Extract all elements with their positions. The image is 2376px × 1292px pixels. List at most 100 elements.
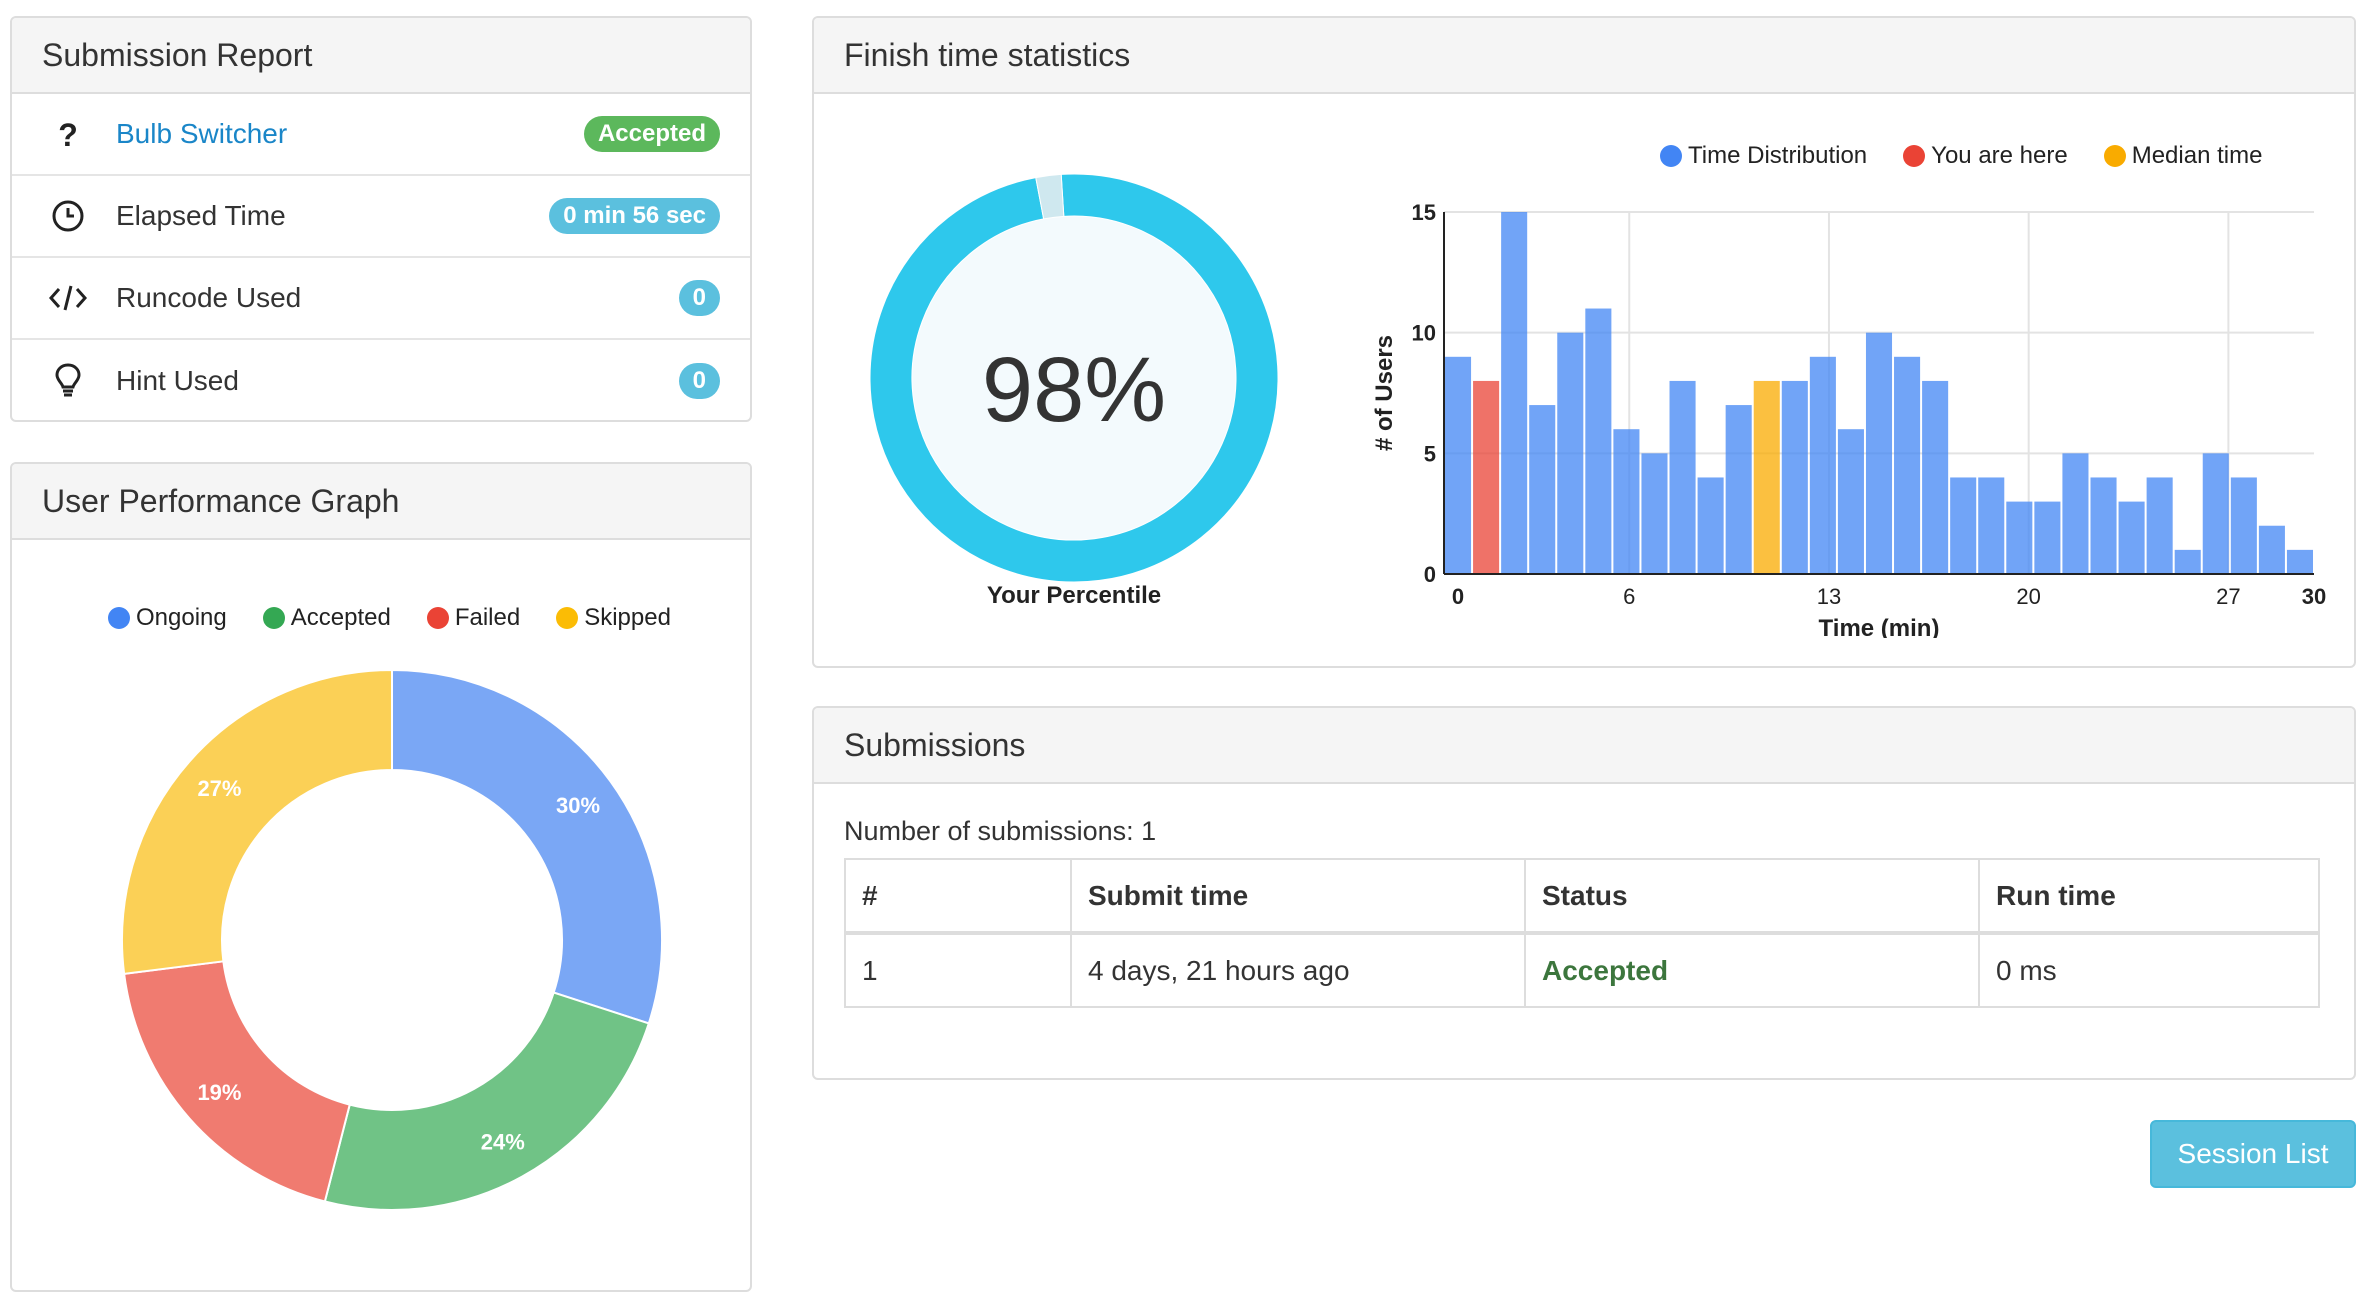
histogram-bar[interactable] [2090,477,2117,574]
histogram-bar[interactable] [2118,501,2145,574]
finish-time-histogram: 0 5 10 15 0 6 13 20 27 30 Time (min) # of Users [1371,200,2326,638]
histogram-bar[interactable] [1445,356,1472,574]
legend-item-you-are-here[interactable]: You are here [1903,142,2068,170]
histogram-bar[interactable] [1809,356,1836,574]
table-row[interactable]: 1 4 days, 21 hours ago Accepted 0 ms [844,932,2320,1008]
histogram-bar[interactable] [1585,308,1612,574]
histogram-bar[interactable] [1501,212,1528,574]
panel-title: Finish time statistics [814,18,2354,94]
runcode-badge: 0 [678,280,720,316]
legend-label: Ongoing [136,604,227,631]
user-performance-panel: User Performance Graph Ongoing Accepted … [10,462,752,1292]
report-row-problem: ? Bulb Switcher Accepted [12,94,750,176]
legend-item-failed[interactable]: Failed [426,604,521,632]
cell-status[interactable]: Accepted [1524,932,1980,1008]
slice-data-label: 19% [197,1080,241,1105]
donut-slice-ongoing[interactable] [391,668,663,1025]
column-header-submit-time: Submit time [1070,858,1526,935]
histogram-bar[interactable] [1865,332,1893,574]
histogram-bar[interactable] [1837,429,1864,574]
elapsed-time-badge: 0 min 56 sec [549,198,720,234]
column-header-run-time: Run time [1978,858,2320,935]
histogram-bar[interactable] [1781,380,1808,574]
elapsed-time-label: Elapsed Time [116,200,286,231]
histogram-bar[interactable] [1950,477,1977,574]
slice-data-label: 24% [481,1130,525,1155]
histogram-bar[interactable] [1669,380,1696,574]
legend-dot [556,607,579,629]
problem-link[interactable]: Bulb Switcher [116,118,584,150]
y-axis-label: # of Users [1371,335,1398,451]
question-icon: ? [48,114,88,154]
panel-title: Submission Report [12,18,750,94]
x-tick-label: 0 [1452,584,1464,609]
legend-item-accepted[interactable]: Accepted [262,604,391,632]
cell-run-time: 0 ms [1978,932,2320,1008]
submissions-panel: Submissions Number of submissions: 1 # S… [812,706,2356,1080]
legend-label: Failed [454,604,521,631]
report-row-elapsed: Elapsed Time 0 min 56 sec [12,176,750,258]
histogram-bar[interactable] [2146,477,2173,574]
panel-title: Submissions [814,708,2354,784]
histogram-bar[interactable] [1753,380,1780,574]
hint-badge: 0 [678,363,720,399]
histogram-bar[interactable] [1641,453,1668,574]
histogram-bar[interactable] [2062,453,2089,574]
lightbulb-icon [48,361,88,401]
histogram-bar[interactable] [1613,429,1640,574]
panel-title: User Performance Graph [12,464,750,540]
histogram-bar[interactable] [2230,477,2257,574]
report-row-runcode: Runcode Used 0 [12,258,750,340]
legend-dot [2103,145,2126,167]
cell-number: 1 [844,932,1072,1008]
histogram-bar[interactable] [1978,477,2005,574]
donut-slice-accepted[interactable] [323,991,651,1211]
legend-dot [108,607,130,629]
x-tick-label: 6 [1623,584,1635,609]
column-header-status: Status [1524,858,1980,935]
legend-label: Accepted [290,604,391,631]
histogram-bar[interactable] [1697,477,1724,574]
donut-slice-skipped[interactable] [121,668,393,975]
runcode-label: Runcode Used [116,282,302,313]
y-tick-label: 15 [1412,200,1436,225]
legend-item-distribution[interactable]: Time Distribution [1660,142,1867,170]
clock-icon [48,196,88,236]
slice-data-label: 30% [556,793,600,818]
legend-item-skipped[interactable]: Skipped [556,604,671,632]
legend-label: You are here [1931,142,2068,169]
histogram-bar[interactable] [1557,332,1584,574]
histogram-bar[interactable] [2286,549,2313,574]
y-tick-label: 0 [1424,562,1436,587]
hint-label: Hint Used [116,365,239,396]
histogram-bar[interactable] [1725,405,1752,574]
submission-count: Number of submissions: 1 [844,816,1157,846]
histogram-bar[interactable] [2034,501,2061,574]
table-header-row: # Submit time Status Run time [844,858,2320,935]
x-axis-label: Time (min) [1819,615,1940,638]
histogram-bar[interactable] [1894,356,1921,574]
legend-dot [262,607,285,629]
histogram-bar[interactable] [2174,549,2201,574]
percentile-label: Your Percentile [986,582,1162,609]
finish-legend: Time Distribution You are here Median ti… [1660,142,2298,170]
legend-item-ongoing[interactable]: Ongoing [108,604,227,632]
histogram-bar[interactable] [1473,380,1500,574]
histogram-bar[interactable] [2258,525,2285,574]
code-icon [48,278,88,318]
percentile-value: 98% [981,339,1167,441]
submissions-table: # Submit time Status Run time 1 4 days, … [844,858,2320,1008]
legend-item-median[interactable]: Median time [2103,142,2262,170]
histogram-bar[interactable] [2006,501,2033,574]
session-list-button[interactable]: Session List [2150,1120,2356,1188]
histogram-bar[interactable] [1529,405,1556,574]
x-tick-label: 20 [2016,584,2040,609]
histogram-bar[interactable] [1922,380,1949,574]
report-row-hint: Hint Used 0 [12,340,750,420]
finish-time-panel: Finish time statistics 98% Your Percenti… [812,16,2356,668]
slice-data-label: 27% [197,776,241,801]
legend-label: Skipped [584,604,671,631]
x-tick-label: 30 [2302,584,2326,609]
histogram-bar[interactable] [2202,453,2229,574]
y-tick-label: 5 [1424,441,1436,466]
